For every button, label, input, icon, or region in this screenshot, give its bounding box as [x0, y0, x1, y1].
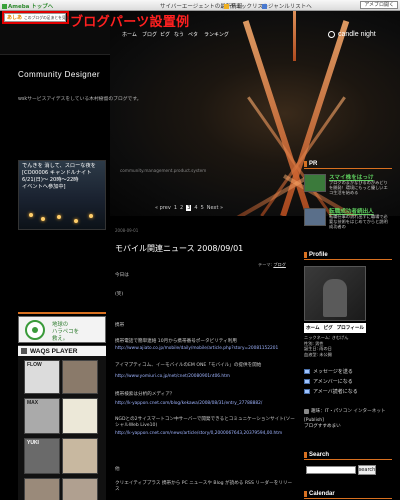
album-cover[interactable]: YUKI	[24, 438, 60, 474]
candle-night-logo: candle night	[328, 31, 376, 38]
pr-item[interactable]: 転職成功者続出人 転職仕事の流れ出すに職場で必要な技術をはじめてからと説明成功者…	[304, 207, 392, 231]
entry-theme: テーマ: ブログ	[258, 262, 286, 267]
entry-body-url[interactable]: http://www.ajiato.co.jp/mobile/daily/mob…	[115, 346, 278, 351]
ameba-top-link[interactable]: Ameba トップへ	[2, 2, 53, 10]
sun-icon	[328, 31, 335, 38]
bullet-icon	[304, 491, 307, 497]
pager-page-current: 3	[186, 205, 192, 211]
become-amember-link[interactable]: アメンバーになる	[304, 378, 353, 385]
pager-page[interactable]: 1	[174, 205, 177, 211]
entry-body-line: 今日は	[115, 273, 129, 278]
profile-meta: ニックネーム: きむげん 性別: 男性 誕生日: 雨の日 血液型: 未公開	[304, 335, 349, 357]
eco-text: 地球の ハラペコを 救え。	[52, 322, 79, 342]
open-ameblo-button[interactable]: アメブロ開く	[360, 1, 398, 9]
checklist-icon	[224, 4, 229, 9]
waqs-logo-icon	[21, 348, 27, 354]
publish-section: [Publish] ブログすすめまい	[304, 418, 341, 430]
pager-page[interactable]: 5	[201, 205, 204, 211]
genre-list-link[interactable]: ジャンルリストへ	[262, 2, 312, 10]
entry-body-line: 携帯	[115, 323, 125, 328]
pr-thumbnail	[304, 208, 326, 226]
entry-date: 2008-09-01	[115, 228, 139, 233]
album-cover[interactable]	[62, 360, 98, 394]
search-header: Search	[304, 451, 392, 460]
profile-tab-pigg[interactable]: ピグ	[323, 325, 332, 331]
search-input[interactable]	[306, 466, 356, 474]
entry-body-url[interactable]: http://k-yappon.cnet.com/blog/kekawa/200…	[115, 401, 262, 406]
album-cover[interactable]	[24, 478, 60, 500]
publish-text: ブログすすめまい	[304, 424, 341, 429]
nav-peta[interactable]: ペタ	[188, 31, 198, 38]
nav-now[interactable]: なう	[174, 31, 184, 38]
entry-title[interactable]: モバイル関連ニュース 2008/09/01	[115, 243, 243, 254]
entry-body-line: (笑)	[115, 292, 124, 297]
blog-title[interactable]: Community Designer	[18, 70, 100, 79]
search-button[interactable]: search	[358, 465, 376, 475]
ameba-logo-icon	[2, 4, 7, 9]
album-cover[interactable]: MAX	[24, 398, 60, 434]
profile-group[interactable]: 趣味：IT・パソコン インターネット	[304, 408, 386, 414]
bullet-icon	[304, 252, 307, 258]
entry-body-line: 携帯電話で簡単連絡 10月から携帯番号ポータビリティ利用	[115, 339, 237, 344]
pager-page[interactable]: 4	[194, 205, 197, 211]
blog-description: wskサービスアイデスをしている木村樹督のブログです。	[18, 97, 142, 102]
entry-body-url[interactable]: http://k-yappon.cnet.com/news/article/st…	[115, 431, 282, 436]
pr-text: ブログのまかなびるのがみどりを開発！環境にもっと優しいエコ生活を始める	[329, 180, 388, 196]
album-cover[interactable]: FLOW	[24, 360, 60, 394]
pr-text: 転職仕事の流れ出すに職場で必要な技術をはじめてからと説明成功者の	[329, 214, 388, 230]
entry-body-line: アイマプティコム、イーモバイルのEM ONE「モバイル」の提供を開始	[115, 363, 262, 368]
entry-category: community.management.product.system	[120, 168, 207, 173]
album-cover[interactable]	[62, 438, 98, 474]
send-message-link[interactable]: メッセージを送る	[304, 368, 353, 375]
pr-header: PR	[304, 160, 392, 169]
person-icon	[323, 279, 347, 317]
become-reader-link[interactable]: アメーバ読者になる	[304, 388, 358, 395]
nav-pigg[interactable]: ピグ	[160, 31, 170, 38]
amember-icon	[304, 379, 310, 384]
theme-link[interactable]: ブログ	[273, 262, 286, 267]
message-icon	[304, 369, 310, 374]
profile-tab-home[interactable]: ホーム	[306, 325, 320, 331]
profile-tab-profile[interactable]: プロフィール	[337, 325, 364, 331]
annotation-label: ブログパーツ設置例	[70, 15, 190, 30]
nav-ranking[interactable]: ランキング	[204, 31, 229, 38]
nav-blog[interactable]: ブログ	[142, 31, 157, 38]
banner-caption: でんきを 消して、スローな夜を [CO00006 キャンドルナイト 6/21(日…	[22, 163, 96, 190]
pager-page[interactable]: 2	[180, 205, 183, 211]
divider	[18, 312, 106, 314]
pr-thumbnail	[304, 174, 326, 192]
entry-body-line: 携帯検索は分析的メディア？	[115, 392, 175, 397]
waqs-player-header: WAQS PLAYER	[18, 346, 106, 356]
entry-body-line: NGDとの2サイスマートコン中サーバーで開発できるとコミュニケーションサイト(ソ…	[115, 417, 295, 428]
footprint-blog-part[interactable]: あしあ このブログの足あとを見る	[4, 13, 70, 22]
profile-header: Profile	[304, 251, 392, 260]
profile-image[interactable]	[304, 266, 366, 321]
pager: « prev 1 2 3 4 5 Next »	[155, 205, 223, 211]
calendar-header: Calendar	[304, 490, 392, 499]
nav-home[interactable]: ホーム	[122, 31, 137, 38]
ameba-top-bar: Ameba トップへ サイバーエージェントの最新情報 チェックリスト ジャンルリ…	[0, 0, 400, 11]
pager-next[interactable]: Next »	[207, 205, 223, 211]
eco-banner[interactable]: 地球の ハラペコを 救え。	[18, 316, 106, 343]
group-icon	[304, 408, 309, 414]
pr-item[interactable]: スマイ株をはっけ ブログのまかなびるのがみどりを開発！環境にもっと優しいエコ生活…	[304, 173, 392, 197]
entry-body-line: クリエイティブプラス 携帯から PC ニュースや Blog が読める RSS リ…	[115, 481, 293, 492]
candle-night-banner[interactable]: でんきを 消して、スローな夜を [CO00006 キャンドルナイト 6/21(日…	[18, 160, 106, 230]
entry-body-line: 他	[115, 467, 120, 472]
album-cover[interactable]	[62, 478, 98, 500]
reader-icon	[304, 389, 310, 394]
album-cover[interactable]	[62, 398, 98, 434]
bullet-icon	[304, 161, 307, 167]
profile-tabs: ホーム ピグ プロフィール	[304, 323, 366, 333]
earth-icon	[25, 320, 45, 340]
bullet-icon	[304, 452, 307, 458]
pager-prev[interactable]: « prev	[155, 205, 171, 211]
genre-icon	[262, 4, 267, 9]
waqs-player[interactable]: WAQS PLAYER FLOW MAX YUKI	[18, 345, 106, 500]
entry-body-url[interactable]: http://www.yomiuri.co.jp/net/cnet/200809…	[115, 374, 230, 379]
